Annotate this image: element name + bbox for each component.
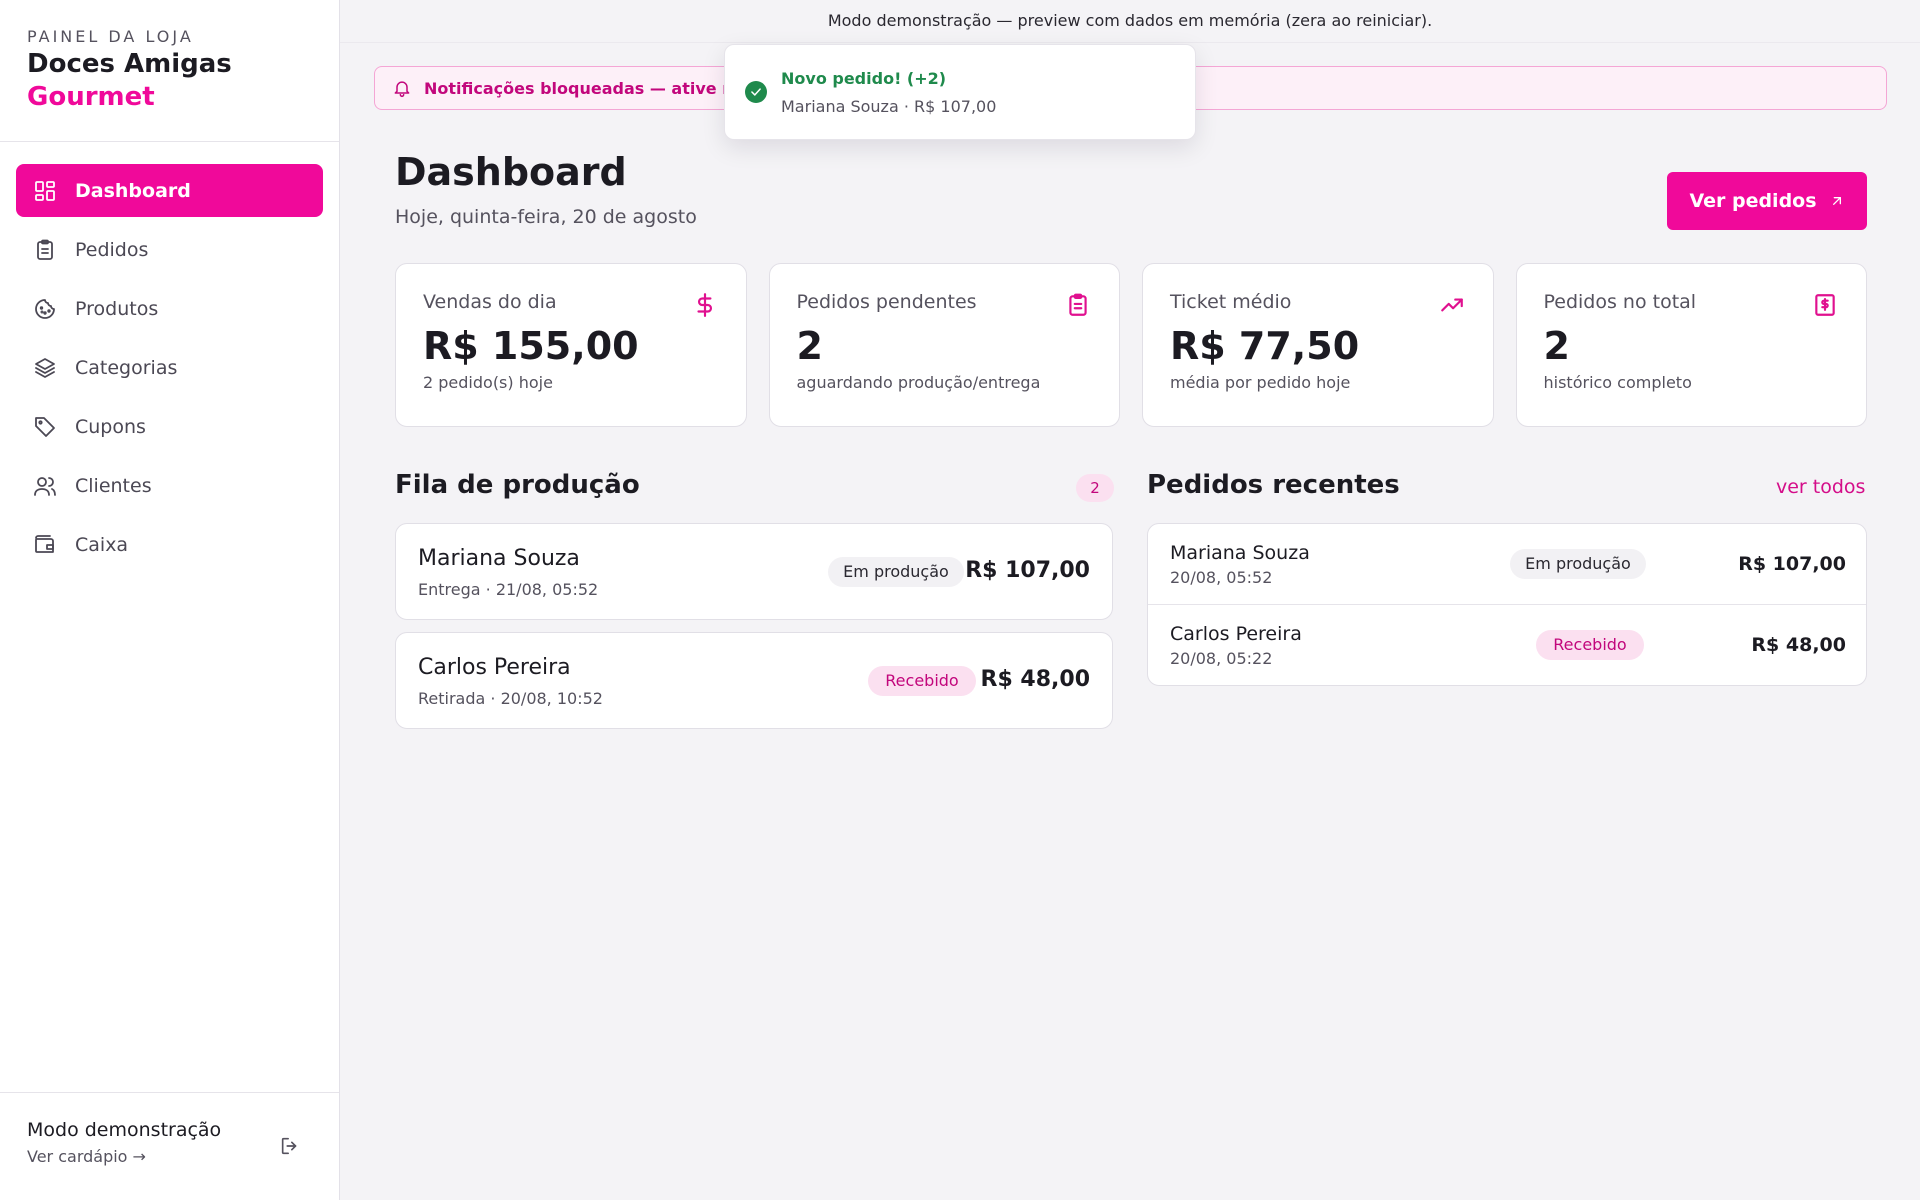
logout-icon[interactable] (279, 1135, 303, 1159)
queue-meta: Retirada · 20/08, 10:52 (418, 689, 603, 708)
stat-value: 2 (796, 324, 823, 368)
stat-label: Pedidos no total (1543, 291, 1697, 313)
sidebar-item-label: Caixa (75, 533, 129, 556)
wallet-icon (32, 532, 58, 558)
receipt-icon (1812, 292, 1838, 318)
sidebar-nav: Dashboard Pedidos Produtos Categorias Cu… (0, 142, 339, 599)
clipboard-icon (32, 237, 58, 263)
stat-value: 2 (1543, 324, 1570, 368)
sidebar-item-produtos[interactable]: Produtos (16, 282, 323, 335)
status-badge: Recebido (868, 666, 976, 696)
page-title: Dashboard (395, 150, 627, 194)
queue-item[interactable]: Carlos Pereira Retirada · 20/08, 10:52 R… (395, 632, 1113, 729)
stat-value: R$ 77,50 (1170, 324, 1360, 368)
sidebar-item-label: Dashboard (75, 179, 191, 202)
brand: PAINEL DA LOJA Doces Amigas Gourmet (0, 0, 339, 142)
sidebar-item-categorias[interactable]: Categorias (16, 341, 323, 394)
dashboard-grid-icon (32, 178, 58, 204)
toast-subtitle: Mariana Souza · R$ 107,00 (781, 97, 997, 116)
sidebar-item-pedidos[interactable]: Pedidos (16, 223, 323, 276)
new-order-toast[interactable]: Novo pedido! (+2) Mariana Souza · R$ 107… (724, 44, 1196, 140)
queue-customer-name: Mariana Souza (418, 546, 580, 571)
sidebar-item-cupons[interactable]: Cupons (16, 400, 323, 453)
recent-price: R$ 107,00 (1738, 553, 1846, 575)
tag-icon (32, 414, 58, 440)
layers-icon (32, 355, 58, 381)
demo-mode-bar: Modo demonstração — preview com dados em… (340, 0, 1920, 43)
queue-title: Fila de produção (395, 470, 640, 500)
dollar-icon (692, 292, 718, 318)
recent-customer-name: Mariana Souza (1170, 542, 1310, 564)
sidebar-item-label: Clientes (75, 474, 152, 497)
page-date: Hoje, quinta-feira, 20 de agosto (395, 206, 697, 228)
recent-price: R$ 48,00 (1751, 634, 1846, 656)
sidebar-item-clientes[interactable]: Clientes (16, 459, 323, 512)
stat-label: Pedidos pendentes (796, 291, 977, 313)
recent-customer-name: Carlos Pereira (1170, 623, 1302, 645)
status-badge: Em produção (1510, 549, 1646, 579)
sidebar-item-label: Cupons (75, 415, 146, 438)
sidebar-item-label: Categorias (75, 356, 178, 379)
stat-value: R$ 155,00 (423, 324, 639, 368)
stat-sub: aguardando produção/entrega (796, 373, 1041, 392)
toast-title: Novo pedido! (+2) (781, 69, 947, 88)
recent-date: 20/08, 05:22 (1170, 649, 1273, 668)
stat-card-sales: Vendas do dia R$ 155,00 2 pedido(s) hoje (395, 263, 747, 427)
stat-label: Vendas do dia (423, 291, 557, 313)
trending-up-icon (1439, 292, 1465, 318)
banner-text: Notificações bloqueadas — ative nas (424, 78, 754, 98)
queue-customer-name: Carlos Pereira (418, 655, 571, 680)
demo-mode-label: Modo demonstração (27, 1119, 222, 1141)
view-menu-link[interactable]: Ver cardápio → (27, 1147, 312, 1166)
queue-item[interactable]: Mariana Souza Entrega · 21/08, 05:52 Em … (395, 523, 1113, 620)
queue-price: R$ 107,00 (965, 558, 1090, 583)
stats-cards: Vendas do dia R$ 155,00 2 pedido(s) hoje… (395, 263, 1867, 427)
stat-card-ticket: Ticket médio R$ 77,50 média por pedido h… (1142, 263, 1494, 427)
bell-icon (394, 81, 410, 98)
recent-date: 20/08, 05:52 (1170, 568, 1273, 587)
recent-orders-title: Pedidos recentes (1147, 470, 1400, 500)
sidebar-item-label: Produtos (75, 297, 159, 320)
list-item[interactable]: Carlos Pereira 20/08, 05:22 Recebido R$ … (1148, 605, 1866, 685)
status-badge: Em produção (828, 557, 964, 587)
view-orders-button[interactable]: Ver pedidos (1667, 172, 1867, 230)
stat-sub: 2 pedido(s) hoje (423, 373, 553, 392)
stat-sub: média por pedido hoje (1170, 373, 1351, 392)
sidebar-item-caixa[interactable]: Caixa (16, 518, 323, 571)
check-circle-icon (745, 81, 767, 103)
sidebar-footer: Modo demonstração Ver cardápio → (0, 1092, 339, 1200)
queue-price: R$ 48,00 (980, 667, 1091, 692)
stat-label: Ticket médio (1170, 291, 1292, 313)
queue-meta: Entrega · 21/08, 05:52 (418, 580, 599, 599)
cookie-icon (32, 296, 58, 322)
queue-count-badge: 2 (1076, 474, 1114, 502)
list-item[interactable]: Mariana Souza 20/08, 05:52 Em produção R… (1148, 524, 1866, 605)
sidebar-item-dashboard[interactable]: Dashboard (16, 164, 323, 217)
stat-card-pending: Pedidos pendentes 2 aguardando produção/… (768, 263, 1120, 427)
view-all-link[interactable]: ver todos (1776, 476, 1865, 498)
status-badge: Recebido (1536, 630, 1644, 660)
stat-sub: histórico completo (1543, 373, 1692, 392)
store-name: Doces Amigas (27, 49, 232, 79)
brand-kicker: PAINEL DA LOJA (27, 27, 194, 46)
stat-card-total: Pedidos no total 2 histórico completo (1515, 263, 1867, 427)
users-icon (32, 473, 58, 499)
view-orders-label: Ver pedidos (1689, 190, 1817, 212)
store-name-accent: Gourmet (27, 82, 155, 112)
clipboard-list-icon (1065, 292, 1091, 318)
sidebar: PAINEL DA LOJA Doces Amigas Gourmet Dash… (0, 0, 340, 1200)
recent-orders-list: Mariana Souza 20/08, 05:52 Em produção R… (1147, 523, 1867, 686)
arrow-up-right-icon (1832, 197, 1841, 205)
sidebar-item-label: Pedidos (75, 238, 149, 261)
